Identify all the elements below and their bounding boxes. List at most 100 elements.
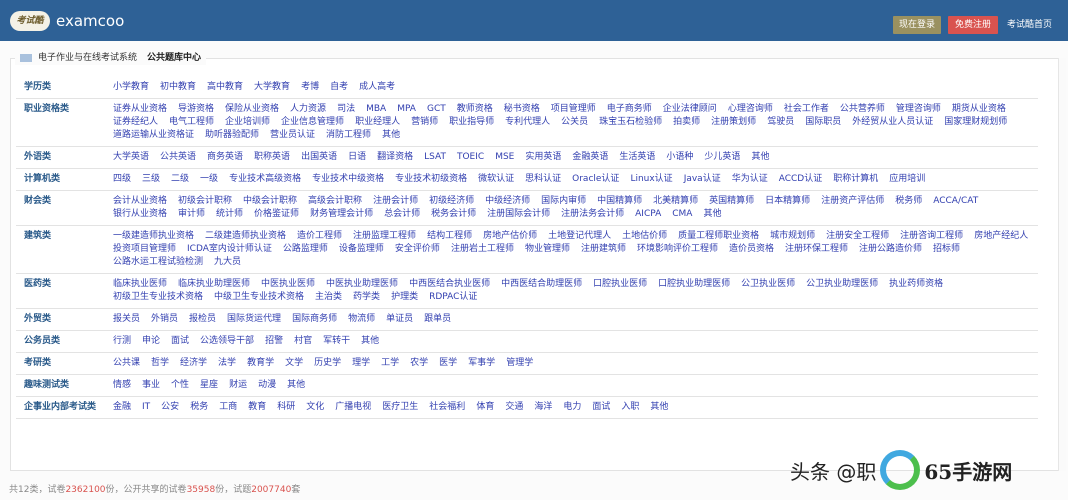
category-link[interactable]: 营业员认证 [270,129,315,142]
category-link[interactable]: MSE [495,151,514,164]
category-link[interactable]: 其他 [287,379,305,392]
category-link[interactable]: 税务 [190,401,208,414]
category-link[interactable]: 单证员 [386,313,413,326]
category-link[interactable]: 拍卖师 [673,116,700,129]
category-link[interactable]: 军事学 [468,357,495,370]
category-link[interactable]: MBA [366,103,386,116]
category-link[interactable]: Java认证 [684,173,721,186]
category-link[interactable]: 证券经纪人 [113,116,158,129]
category-link[interactable]: 北美精算师 [653,195,698,208]
category-link[interactable]: 报检员 [189,313,216,326]
category-link[interactable]: 一级 [200,173,218,186]
category-link[interactable]: 期货从业资格 [952,103,1006,116]
category-link[interactable]: 微软认证 [478,173,514,186]
category-link[interactable]: 房地产估价师 [483,230,537,243]
category-link[interactable]: 哲学 [151,357,169,370]
category-link[interactable]: 军转干 [323,335,350,348]
category-link[interactable]: 公卫执业助理医师 [806,278,878,291]
category-link[interactable]: 出国英语 [301,151,337,164]
category-link[interactable]: IT [142,401,150,414]
category-link[interactable]: 金融英语 [572,151,608,164]
category-link[interactable]: 土地估价师 [622,230,667,243]
category-link[interactable]: ICDA室内设计师认证 [187,243,272,256]
category-link[interactable]: 入职 [621,401,639,414]
category-link[interactable]: 质量工程师职业资格 [678,230,759,243]
category-link[interactable]: 申论 [142,335,160,348]
category-link[interactable]: 总会计师 [384,208,420,221]
category-link[interactable]: 职称英语 [254,151,290,164]
category-link[interactable]: 注册安全工程师 [826,230,889,243]
category-link[interactable]: 华为认证 [732,173,768,186]
category-link[interactable]: MPA [397,103,416,116]
category-link[interactable]: 国际货运代理 [227,313,281,326]
category-link[interactable]: 思科认证 [525,173,561,186]
category-link[interactable]: 注册法务会计师 [561,208,624,221]
category-link[interactable]: 审计师 [178,208,205,221]
category-link[interactable]: 助听器验配师 [205,129,259,142]
category-link[interactable]: 营销师 [411,116,438,129]
category-link[interactable]: 大学教育 [254,81,290,94]
category-link[interactable]: 经济学 [180,357,207,370]
category-link[interactable]: 土地登记代理人 [548,230,611,243]
category-link[interactable]: 应用培训 [889,173,925,186]
category-link[interactable]: 小学教育 [113,81,149,94]
category-link[interactable]: 国际职员 [805,116,841,129]
category-link[interactable]: 招警 [265,335,283,348]
category-link[interactable]: 税务师 [895,195,922,208]
category-link[interactable]: 公共营养师 [840,103,885,116]
category-link[interactable]: 初级会计职称 [178,195,232,208]
category-link[interactable]: 教育学 [247,357,274,370]
category-link[interactable]: 税务会计师 [431,208,476,221]
category-link[interactable]: 财运 [229,379,247,392]
category-link[interactable]: 商务英语 [207,151,243,164]
category-link[interactable]: ACCA/CAT [933,195,978,208]
category-link[interactable]: 中医执业医师 [261,278,315,291]
category-link[interactable]: 企业培训师 [225,116,270,129]
category-link[interactable]: Linux认证 [630,173,672,186]
category-link[interactable]: 专业技术高级资格 [229,173,301,186]
category-link[interactable]: 口腔执业医师 [593,278,647,291]
category-link[interactable]: 统计师 [216,208,243,221]
category-link[interactable]: 临床执业助理医师 [178,278,250,291]
category-link[interactable]: 管理咨询师 [896,103,941,116]
category-link[interactable]: 农学 [410,357,428,370]
category-link[interactable]: 电子商务师 [607,103,652,116]
category-link[interactable]: 公选领导干部 [200,335,254,348]
category-link[interactable]: 中西医结合助理医师 [501,278,582,291]
category-link[interactable]: 公卫执业医师 [741,278,795,291]
category-link[interactable]: 翻译资格 [377,151,413,164]
category-link[interactable]: 注册监理工程师 [353,230,416,243]
category-link[interactable]: 注册资产评估师 [821,195,884,208]
category-link[interactable]: 交通 [505,401,523,414]
category-link[interactable]: 中医执业助理医师 [326,278,398,291]
category-link[interactable]: 四级 [113,173,131,186]
category-link[interactable]: 项目管理师 [551,103,596,116]
category-link[interactable]: 企业信息管理师 [281,116,344,129]
category-link[interactable]: 成人高考 [359,81,395,94]
category-link[interactable]: 广播电视 [335,401,371,414]
category-link[interactable]: 其他 [751,151,769,164]
category-link[interactable]: 消防工程师 [326,129,371,142]
category-link[interactable]: 英国精算师 [709,195,754,208]
category-link[interactable]: 其他 [361,335,379,348]
register-button[interactable]: 免费注册 [948,16,998,34]
category-link[interactable]: 科研 [277,401,295,414]
category-link[interactable]: 会计从业资格 [113,195,167,208]
category-link[interactable]: 注册咨询工程师 [900,230,963,243]
category-link[interactable]: 企业法律顾问 [663,103,717,116]
category-link[interactable]: 安全评价师 [395,243,440,256]
category-link[interactable]: 文学 [285,357,303,370]
category-link[interactable]: 国际内审师 [541,195,586,208]
category-link[interactable]: 工学 [381,357,399,370]
category-link[interactable]: 人力资源 [290,103,326,116]
category-link[interactable]: 事业 [142,379,160,392]
category-link[interactable]: 二级 [171,173,189,186]
category-link[interactable]: 职业经理人 [355,116,400,129]
category-link[interactable]: 一级建造师执业资格 [113,230,194,243]
category-link[interactable]: 三级 [142,173,160,186]
category-link[interactable]: 报关员 [113,313,140,326]
category-link[interactable]: 专利代理人 [505,116,550,129]
category-link[interactable]: 口腔执业助理医师 [658,278,730,291]
category-link[interactable]: 注册建筑师 [581,243,626,256]
scrollbar[interactable] [1058,58,1066,471]
